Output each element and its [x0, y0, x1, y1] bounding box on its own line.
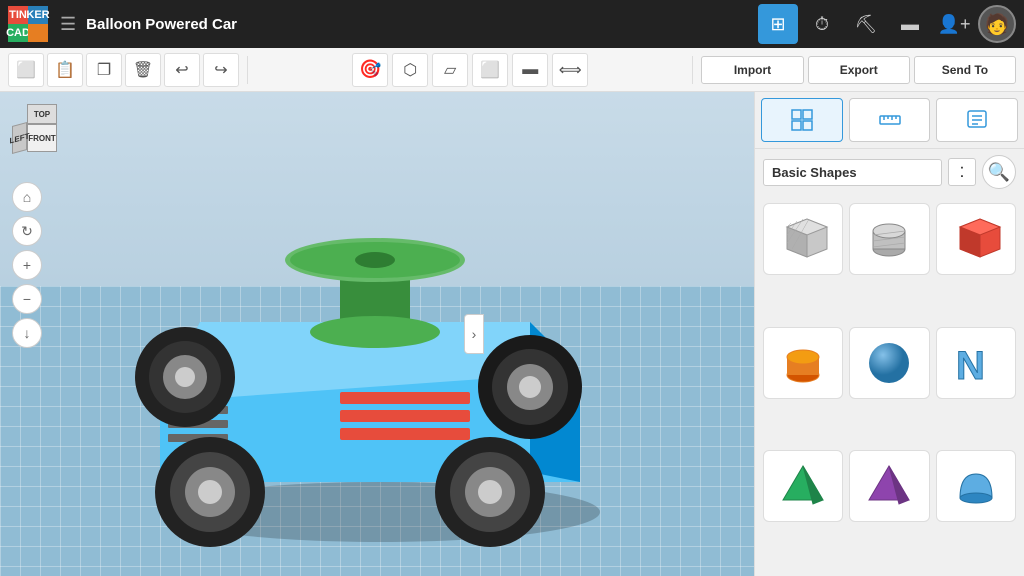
cube-left-face: LEFT — [12, 122, 27, 154]
panel-collapse-button[interactable]: › — [464, 314, 484, 354]
topbar-right: ⊞ ⏱ ⛏ ▬ 👤+ 🧑 — [758, 4, 1016, 44]
box-red-shape-item[interactable] — [936, 203, 1016, 275]
orbit-nav-button[interactable]: ↻ — [12, 216, 42, 246]
halfcylinder-teal-shape-item[interactable] — [936, 450, 1016, 522]
zoom-out-button[interactable]: − — [12, 284, 42, 314]
paste-tool[interactable]: 📋 — [47, 53, 83, 87]
logo-tin: TIN — [8, 6, 28, 24]
zoom-in-button[interactable]: + — [12, 250, 42, 280]
notes-panel-tool[interactable] — [936, 98, 1018, 142]
pyramid-green-shape-item[interactable] — [763, 450, 843, 522]
shapes-search-button[interactable]: 🔍 — [982, 155, 1016, 189]
svg-text:N: N — [956, 344, 985, 388]
toolbar-divider-1 — [247, 56, 248, 84]
sphere-blue-shape-item[interactable] — [849, 327, 929, 399]
shapes-grid: N — [755, 195, 1024, 576]
home-nav-button[interactable]: ⌂ — [12, 182, 42, 212]
cube-front-face: FRONT — [27, 124, 57, 152]
right-panel: Basic Shapes ⁚ 🔍 — [754, 92, 1024, 576]
shapes-sort-button[interactable]: ⁚ — [948, 158, 976, 186]
grid-panel-tool[interactable] — [761, 98, 843, 142]
redo-tool[interactable]: ↪ — [203, 53, 239, 87]
blocks-button[interactable]: ▬ — [890, 4, 930, 44]
viewport-tool[interactable]: ⬡ — [392, 53, 428, 87]
mirror-tool[interactable]: ⟺ — [552, 53, 588, 87]
shapes-category-title[interactable]: Basic Shapes — [763, 159, 942, 186]
align-tool[interactable]: ▬ — [512, 53, 548, 87]
project-document-icon: ☰ — [60, 14, 76, 35]
navigation-buttons: ⌂ ↻ + − ↓ — [12, 182, 42, 348]
ruler-panel-tool[interactable] — [849, 98, 931, 142]
import-button[interactable]: Import — [701, 56, 803, 84]
tools-button[interactable]: ⛏ — [846, 4, 886, 44]
3d-viewport[interactable]: TOP FRONT LEFT ⌂ ↻ + − ↓ › — [0, 92, 754, 576]
cylinder-orange-shape-item[interactable] — [763, 327, 843, 399]
logo-extra — [28, 24, 48, 42]
select-tool[interactable]: ⬜ — [8, 53, 44, 87]
main-area: TOP FRONT LEFT ⌂ ↻ + − ↓ › — [0, 92, 1024, 576]
undo-tool[interactable]: ↩ — [164, 53, 200, 87]
cube-top-face: TOP — [27, 104, 57, 124]
pyramid-purple-shape-item[interactable] — [849, 450, 929, 522]
shape2d-tool[interactable]: ▱ — [432, 53, 468, 87]
project-title[interactable]: Balloon Powered Car — [86, 16, 752, 33]
logo-cad: CAD — [8, 24, 28, 42]
toolbar: ⬜ 📋 ❐ 🗑 ↩ ↪ 🎯 ⬡ ▱ ⬜ ▬ ⟺ Import Export Se… — [0, 48, 1024, 92]
panel-tools-row — [755, 92, 1024, 149]
add-person-button[interactable]: 👤+ — [934, 4, 974, 44]
orientation-cube[interactable]: TOP FRONT LEFT — [12, 104, 72, 164]
car-scene-svg — [0, 92, 754, 576]
grid-view-button[interactable]: ⊞ — [758, 4, 798, 44]
timer-button[interactable]: ⏱ — [802, 4, 842, 44]
shapes-header: Basic Shapes ⁚ 🔍 — [755, 149, 1024, 195]
sendto-button[interactable]: Send To — [914, 56, 1016, 84]
text-n-shape-item[interactable]: N — [936, 327, 1016, 399]
camera-center-tool[interactable]: 🎯 — [352, 53, 388, 87]
logo-ker: KER — [28, 6, 48, 24]
fit-view-button[interactable]: ↓ — [12, 318, 42, 348]
box-shape-item[interactable] — [763, 203, 843, 275]
cutout-tool[interactable]: ⬜ — [472, 53, 508, 87]
export-button[interactable]: Export — [808, 56, 910, 84]
topbar: TIN KER CAD ☰ Balloon Powered Car ⊞ ⏱ ⛏ … — [0, 0, 1024, 48]
cylinder-gray-shape-item[interactable] — [849, 203, 929, 275]
avatar[interactable]: 🧑 — [978, 5, 1016, 43]
delete-tool[interactable]: 🗑 — [125, 53, 161, 87]
duplicate-tool[interactable]: ❐ — [86, 53, 122, 87]
edit-tools: ⬜ 📋 ❐ 🗑 ↩ ↪ — [8, 53, 239, 87]
tinkercad-logo[interactable]: TIN KER CAD — [8, 6, 48, 42]
toolbar-divider-2 — [692, 56, 693, 84]
